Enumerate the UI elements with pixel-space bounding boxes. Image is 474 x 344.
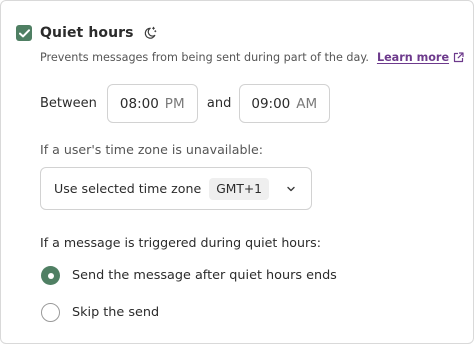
quiet-hours-title: Quiet hours: [40, 25, 134, 41]
radio-label-send-after: Send the message after quiet hours ends: [72, 268, 337, 283]
timezone-select-value: Use selected time zone: [54, 181, 202, 196]
timezone-badge: GMT+1: [209, 177, 269, 200]
quiet-hours-panel: Quiet hours Prevents messages from being…: [0, 0, 474, 344]
learn-more-link[interactable]: Learn more: [377, 51, 449, 64]
end-time-ampm: AM: [296, 95, 318, 112]
radio-button-selected[interactable]: [41, 266, 60, 285]
and-label: and: [206, 96, 232, 111]
moon-stars-icon: [143, 26, 157, 40]
timezone-fallback-label: If a user's time zone is unavailable:: [40, 142, 263, 157]
radio-label-skip: Skip the send: [72, 305, 160, 320]
chevron-down-icon: [287, 186, 295, 192]
radio-skip-send[interactable]: Skip the send: [41, 303, 159, 322]
description-text: Prevents messages from being sent during…: [40, 51, 369, 64]
quiet-hours-description: Prevents messages from being sent during…: [40, 51, 464, 64]
end-time-value: 09:00: [251, 95, 291, 112]
time-range-row: Between 08:00 PM and 09:00 AM: [40, 83, 331, 124]
timezone-select[interactable]: Use selected time zone GMT+1: [40, 167, 312, 210]
checkmark-icon: [18, 28, 30, 37]
quiet-hours-checkbox[interactable]: [16, 25, 32, 41]
start-time-ampm: PM: [164, 95, 185, 112]
start-time-input[interactable]: 08:00 PM: [106, 84, 198, 123]
external-link-icon[interactable]: [453, 52, 464, 63]
radio-button-unselected[interactable]: [41, 303, 60, 322]
quiet-hours-header: Quiet hours: [16, 25, 157, 41]
end-time-input[interactable]: 09:00 AM: [239, 84, 331, 123]
trigger-behavior-label: If a message is triggered during quiet h…: [40, 235, 321, 250]
start-time-value: 08:00: [119, 95, 159, 112]
radio-send-after-quiet-hours[interactable]: Send the message after quiet hours ends: [41, 266, 337, 285]
between-label: Between: [40, 96, 97, 111]
